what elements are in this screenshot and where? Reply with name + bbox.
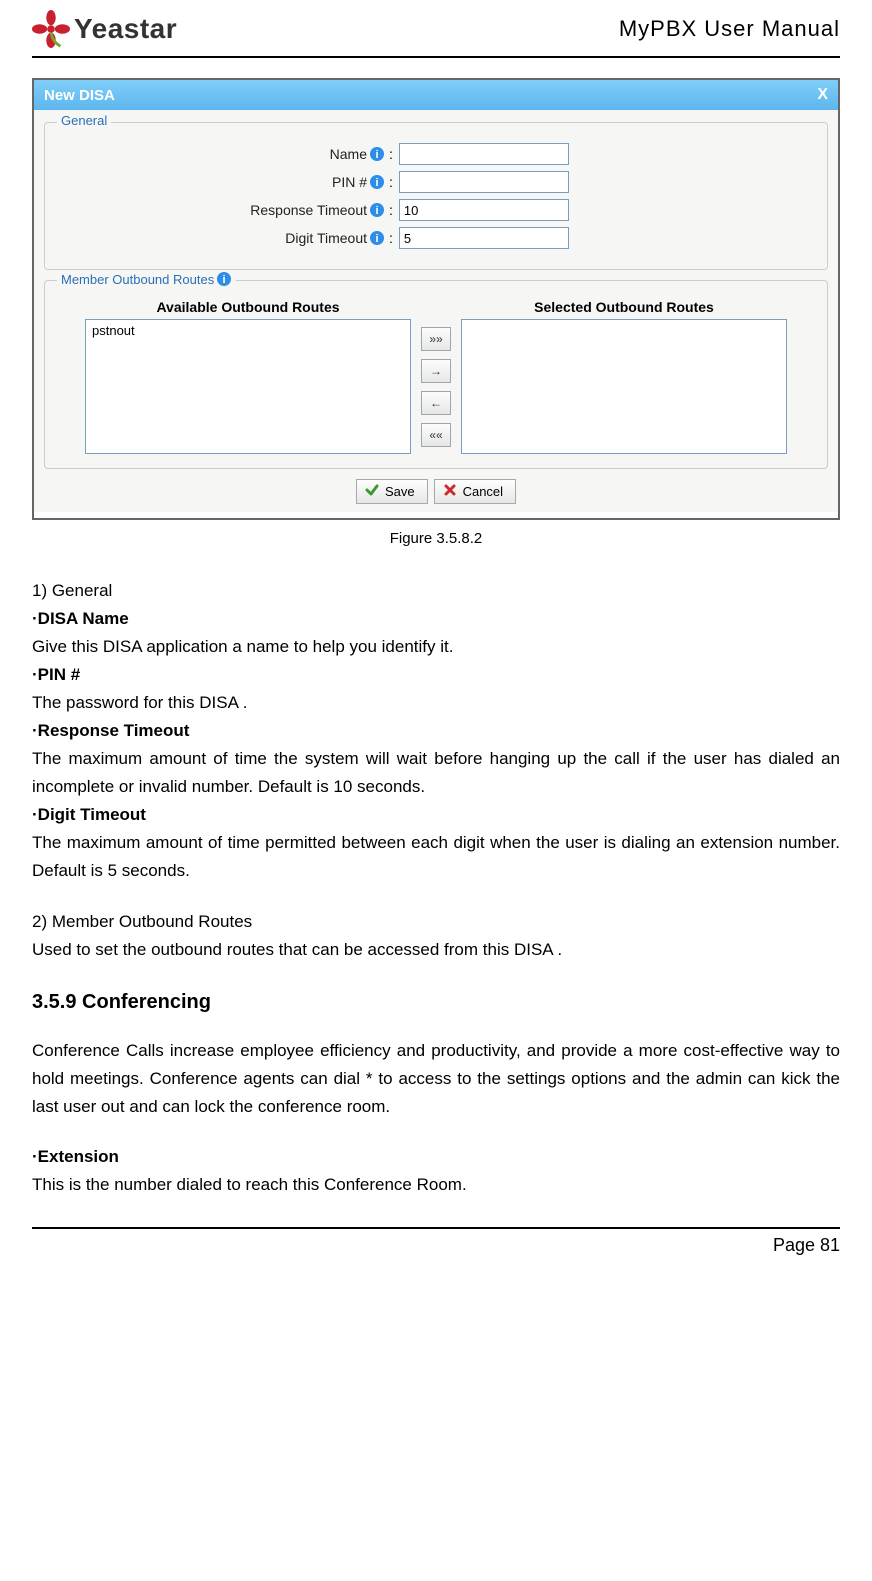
label-response-text: Response Timeout [250, 202, 367, 218]
pin-text: The password for this DISA . [32, 689, 840, 717]
logo-flower-icon [32, 10, 70, 48]
label-digit-timeout: Digit Timeout i [55, 230, 385, 246]
conferencing-heading: 3.5.9 Conferencing [32, 986, 840, 1019]
fieldset-general: General Name i : PIN # i [44, 122, 828, 270]
colon: : [389, 230, 393, 246]
selected-routes-col: Selected Outbound Routes [461, 299, 787, 454]
row-name: Name i : [55, 143, 817, 165]
row-digit-timeout: Digit Timeout i : [55, 227, 817, 249]
move-all-left-button[interactable]: «« [421, 423, 451, 447]
available-routes-list[interactable]: pstnout [85, 319, 411, 454]
fieldset-routes: Member Outbound Routes i Available Outbo… [44, 280, 828, 469]
svg-text:i: i [375, 205, 378, 217]
figure-container: New DISA X General Name i : PIN # [32, 78, 840, 520]
info-icon[interactable]: i [369, 174, 385, 190]
pin-heading: ·PIN # [32, 661, 840, 689]
response-timeout-text: The maximum amount of time the system wi… [32, 745, 840, 801]
disa-name-heading: ·DISA Name [32, 605, 840, 633]
info-icon[interactable]: i [369, 230, 385, 246]
cancel-label: Cancel [463, 484, 503, 499]
figure-caption: Figure 3.5.8.2 [32, 530, 840, 547]
label-pin-text: PIN # [332, 174, 367, 190]
section-2-title: 2) Member Outbound Routes [32, 908, 840, 936]
selected-routes-header: Selected Outbound Routes [461, 299, 787, 319]
dialog-body: General Name i : PIN # i [34, 110, 838, 512]
cancel-button[interactable]: Cancel [434, 479, 516, 504]
section-1-title: 1) General [32, 577, 840, 605]
save-button[interactable]: Save [356, 479, 428, 504]
response-timeout-heading: ·Response Timeout [32, 717, 840, 745]
footer-divider [32, 1227, 840, 1229]
legend-routes: Member Outbound Routes i [57, 271, 236, 287]
colon: : [389, 146, 393, 162]
available-routes-col: Available Outbound Routes pstnout [85, 299, 411, 454]
cross-icon [443, 483, 457, 500]
disa-name-text: Give this DISA application a name to hel… [32, 633, 840, 661]
row-pin: PIN # i : [55, 171, 817, 193]
digit-timeout-heading: ·Digit Timeout [32, 801, 840, 829]
svg-text:i: i [223, 274, 226, 286]
digit-timeout-text: The maximum amount of time permitted bet… [32, 829, 840, 885]
dialog-titlebar: New DISA X [34, 80, 838, 110]
info-icon[interactable]: i [216, 271, 232, 287]
extension-heading: ·Extension [32, 1143, 840, 1171]
check-icon [365, 483, 379, 500]
legend-general-text: General [61, 113, 107, 128]
list-item[interactable]: pstnout [90, 322, 406, 339]
colon: : [389, 174, 393, 190]
digit-timeout-input[interactable] [399, 227, 569, 249]
logo: Yeastar [32, 10, 177, 48]
label-name-text: Name [330, 146, 367, 162]
selected-routes-list[interactable] [461, 319, 787, 454]
label-digit-text: Digit Timeout [285, 230, 367, 246]
svg-text:i: i [375, 149, 378, 161]
close-icon[interactable]: X [817, 86, 828, 104]
manual-title: MyPBX User Manual [619, 16, 840, 42]
move-right-button[interactable]: → [421, 359, 451, 383]
svg-text:i: i [375, 177, 378, 189]
legend-routes-text: Member Outbound Routes [61, 272, 214, 287]
conferencing-text: Conference Calls increase employee effic… [32, 1037, 840, 1121]
label-response-timeout: Response Timeout i [55, 202, 385, 218]
pin-input[interactable] [399, 171, 569, 193]
logo-text: Yeastar [74, 13, 177, 45]
routes-row: Available Outbound Routes pstnout »» → ←… [55, 295, 817, 454]
row-response-timeout: Response Timeout i : [55, 199, 817, 221]
move-left-button[interactable]: ← [421, 391, 451, 415]
dialog-title: New DISA [44, 87, 115, 104]
dialog-actions: Save Cancel [44, 479, 828, 504]
info-icon[interactable]: i [369, 146, 385, 162]
response-timeout-input[interactable] [399, 199, 569, 221]
colon: : [389, 202, 393, 218]
name-input[interactable] [399, 143, 569, 165]
label-pin: PIN # i [55, 174, 385, 190]
save-label: Save [385, 484, 415, 499]
move-all-right-button[interactable]: »» [421, 327, 451, 351]
body-text: 1) General ·DISA Name Give this DISA app… [32, 577, 840, 1199]
svg-text:i: i [375, 233, 378, 245]
page-number: Page 81 [32, 1235, 840, 1256]
header-divider [32, 56, 840, 58]
routes-btn-col: »» → ← «« [421, 327, 451, 447]
available-routes-header: Available Outbound Routes [85, 299, 411, 319]
info-icon[interactable]: i [369, 202, 385, 218]
legend-general: General [57, 113, 111, 128]
page-header: Yeastar MyPBX User Manual [32, 10, 840, 54]
extension-text: This is the number dialed to reach this … [32, 1171, 840, 1199]
label-name: Name i [55, 146, 385, 162]
section-2-text: Used to set the outbound routes that can… [32, 936, 840, 964]
